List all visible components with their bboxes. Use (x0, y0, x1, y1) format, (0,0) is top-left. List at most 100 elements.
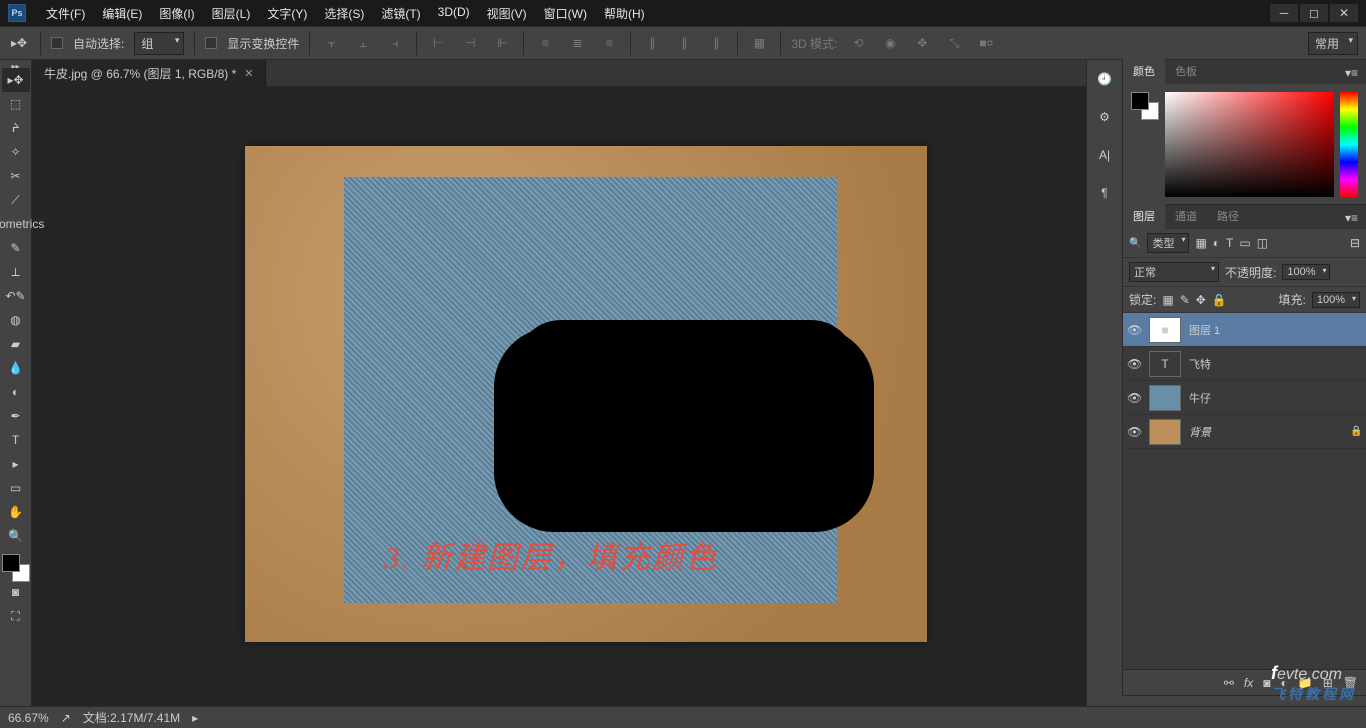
distribute-hcenter-icon[interactable]: ∥ (673, 32, 695, 54)
minimize-button[interactable]: ─ (1270, 4, 1298, 22)
fgbg-colors[interactable] (2, 556, 30, 580)
move-tool[interactable]: ▸✥ (2, 68, 30, 92)
lock-transparency-icon[interactable]: ▦ (1162, 293, 1173, 307)
quick-mask-tool[interactable]: ◙ (2, 580, 30, 604)
filter-smart-icon[interactable]: ◫ (1257, 236, 1268, 250)
fill-input[interactable]: 100% (1312, 292, 1360, 308)
transform-controls-checkbox[interactable] (205, 37, 217, 49)
distribute-bottom-icon[interactable]: ≡ (598, 32, 620, 54)
saturation-picker[interactable] (1165, 92, 1334, 197)
eyedropper-tool[interactable]: ⟋ (2, 188, 30, 212)
scale3d-icon[interactable]: ■¤ (975, 32, 997, 54)
distribute-right-icon[interactable]: ∥ (705, 32, 727, 54)
rectangle-tool[interactable]: ▭ (2, 476, 30, 500)
roll3d-icon[interactable]: ◉ (879, 32, 901, 54)
menu-layer[interactable]: 图层(L) (204, 1, 259, 26)
visibility-icon[interactable]: 👁 (1127, 357, 1141, 371)
tab-channels[interactable]: 通道 (1165, 203, 1207, 229)
hue-slider[interactable] (1340, 92, 1358, 197)
layer-row[interactable]: 👁 牛仔 (1123, 381, 1366, 415)
filter-adjust-icon[interactable]: ◐ (1213, 236, 1220, 250)
tab-swatches[interactable]: 色板 (1165, 58, 1207, 84)
menu-image[interactable]: 图像(I) (151, 1, 202, 26)
layer-name[interactable]: 图层 1 (1189, 322, 1362, 338)
distribute-left-icon[interactable]: ∥ (641, 32, 663, 54)
workspace-dropdown[interactable]: 常用 (1308, 32, 1358, 55)
type-tool[interactable]: T (2, 428, 30, 452)
panel-menu-icon[interactable]: ▾≡ (1337, 207, 1366, 229)
distribute-vcenter-icon[interactable]: ≣ (566, 32, 588, 54)
auto-select-dropdown[interactable]: 组 (134, 32, 184, 55)
align-bottom-icon[interactable]: ⫞ (384, 32, 406, 54)
panel-menu-icon[interactable]: ▾≡ (1337, 62, 1366, 84)
magic-wand-tool[interactable]: ✧ (2, 140, 30, 164)
eraser-tool[interactable]: ◍ (2, 308, 30, 332)
menu-3d[interactable]: 3D(D) (430, 1, 478, 26)
layer-style-icon[interactable]: fx (1244, 676, 1253, 690)
menu-select[interactable]: 选择(S) (316, 1, 372, 26)
lock-position-icon[interactable]: ✥ (1196, 293, 1206, 307)
layer-row[interactable]: 👁 ■ 图层 1 (1123, 313, 1366, 347)
zoom-arrow-icon[interactable]: ↗ (61, 711, 71, 725)
opacity-input[interactable]: 100% (1282, 264, 1330, 280)
tab-layers[interactable]: 图层 (1123, 203, 1165, 229)
tab-color[interactable]: 颜色 (1123, 58, 1165, 84)
crop-tool[interactable]: ✂ (2, 164, 30, 188)
layer-name[interactable]: 背景 (1189, 424, 1342, 440)
brush-tool[interactable]: ✎ (2, 236, 30, 260)
zoom-tool[interactable]: 🔍 (2, 524, 30, 548)
lock-all-icon[interactable]: 🔒 (1212, 293, 1227, 307)
visibility-icon[interactable]: 👁 (1127, 323, 1141, 337)
menu-view[interactable]: 视图(V) (479, 1, 535, 26)
path-tool[interactable]: ▸ (2, 452, 30, 476)
pen-tool[interactable]: ✒ (2, 404, 30, 428)
close-button[interactable]: ✕ (1330, 4, 1358, 22)
filter-toggle[interactable]: ⊟ (1350, 236, 1360, 250)
color-picker[interactable] (1123, 84, 1366, 204)
lock-pixel-icon[interactable]: ✎ (1180, 293, 1190, 307)
layer-filter-dropdown[interactable]: 类型 (1147, 233, 1189, 253)
menu-filter[interactable]: 滤镜(T) (373, 1, 428, 26)
filter-pixel-icon[interactable]: ▦ (1195, 236, 1206, 250)
menu-window[interactable]: 窗口(W) (536, 1, 595, 26)
align-left-icon[interactable]: ⊢ (427, 32, 449, 54)
close-icon[interactable]: ✕ (244, 67, 253, 80)
layer-row[interactable]: 👁 T 飞特 (1123, 347, 1366, 381)
zoom-level[interactable]: 66.67% (8, 711, 49, 725)
filter-type-icon[interactable]: T (1226, 236, 1233, 250)
dodge-tool[interactable]: ◐ (2, 380, 30, 404)
layer-mask-icon[interactable]: ◙ (1263, 676, 1270, 690)
align-hcenter-icon[interactable]: ⊣ (459, 32, 481, 54)
marquee-tool[interactable]: ⬚ (2, 92, 30, 116)
character-icon[interactable]: A| (1094, 144, 1116, 166)
history-brush-tool[interactable]: ↶✎ (2, 284, 30, 308)
align-top-icon[interactable]: ⫟ (320, 32, 342, 54)
visibility-icon[interactable]: 👁 (1127, 425, 1141, 439)
slide3d-icon[interactable]: ⤡ (943, 32, 965, 54)
paragraph-icon[interactable]: ¶ (1094, 182, 1116, 204)
blur-tool[interactable]: 💧 (2, 356, 30, 380)
link-layers-icon[interactable]: ⚯ (1224, 676, 1234, 690)
filter-shape-icon[interactable]: ▭ (1239, 236, 1250, 250)
status-flyout-icon[interactable]: ▸ (192, 711, 198, 725)
layer-row[interactable]: 👁 背景 🔒 (1123, 415, 1366, 449)
healing-brush-tool[interactable]: �ometrics (2, 212, 30, 236)
screen-mode-tool[interactable]: ⛶ (2, 604, 30, 628)
properties-icon[interactable]: ⚙ (1094, 106, 1116, 128)
canvas-viewport[interactable]: 3. 新建图层，填充颜色 (32, 86, 1086, 706)
orbit3d-icon[interactable]: ⟲ (847, 32, 869, 54)
maximize-button[interactable]: ◻ (1300, 4, 1328, 22)
layer-name[interactable]: 飞特 (1189, 356, 1362, 372)
clone-stamp-tool[interactable]: ⟂ (2, 260, 30, 284)
pan3d-icon[interactable]: ✥ (911, 32, 933, 54)
auto-align-icon[interactable]: ▦ (748, 32, 770, 54)
gradient-tool[interactable]: ▰ (2, 332, 30, 356)
lasso-tool[interactable]: ᔨ (2, 116, 30, 140)
document-tab[interactable]: 牛皮.jpg @ 66.7% (图层 1, RGB/8) * ✕ (32, 60, 266, 87)
distribute-top-icon[interactable]: ≡ (534, 32, 556, 54)
align-right-icon[interactable]: ⊩ (491, 32, 513, 54)
menu-edit[interactable]: 编辑(E) (94, 1, 150, 26)
blend-mode-dropdown[interactable]: 正常 (1129, 262, 1219, 282)
history-icon[interactable]: 🕘 (1094, 68, 1116, 90)
align-middle-icon[interactable]: ⫠ (352, 32, 374, 54)
